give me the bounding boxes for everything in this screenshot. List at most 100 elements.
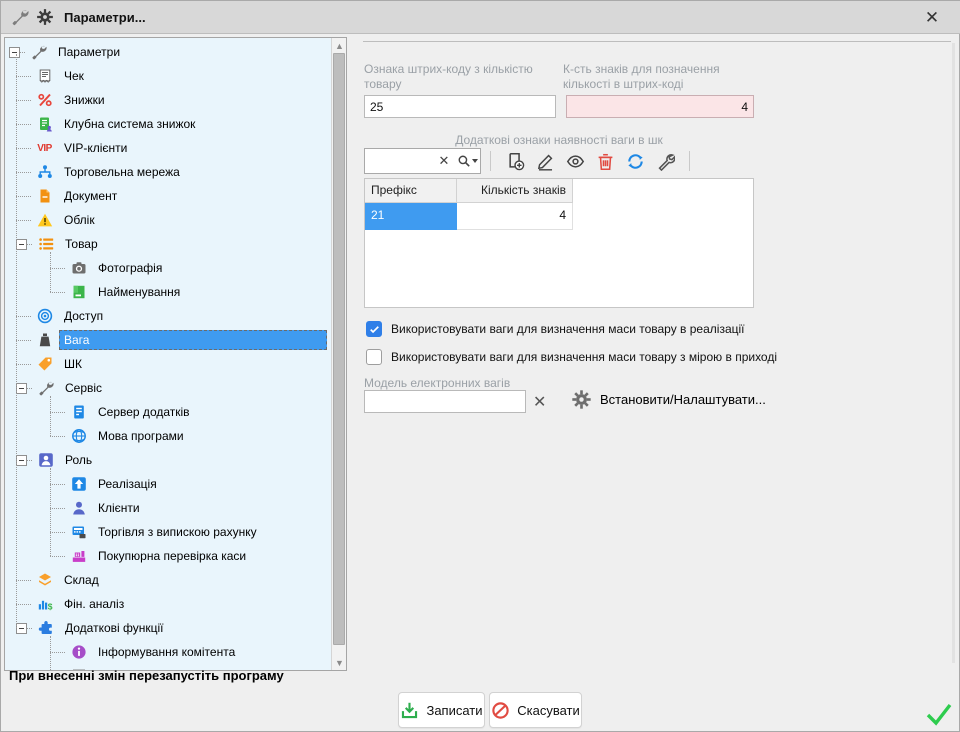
tree-item-label: VIP-клієнти xyxy=(59,138,132,158)
tree-item-weight[interactable]: Вага xyxy=(5,328,331,352)
column-header[interactable]: Кількість знаків xyxy=(457,179,573,203)
search-box: ✕ xyxy=(364,148,481,174)
settings-tree-panel: ПараметриЧекЗнижкиКлубна система знижокV… xyxy=(4,37,347,671)
tree-item-stock[interactable]: Склад xyxy=(5,568,331,592)
tree-item-label: Роль xyxy=(60,450,97,470)
tree-item-label: Торговельна мережа xyxy=(59,162,185,182)
tree-connector-line xyxy=(50,252,51,292)
collapse-minus-icon[interactable] xyxy=(16,623,27,634)
add-record-button[interactable] xyxy=(500,148,530,174)
table-cell[interactable]: 4 xyxy=(457,203,573,230)
wrench-icon xyxy=(11,8,29,26)
confirm-check-icon[interactable] xyxy=(925,700,953,728)
collapse-minus-icon[interactable] xyxy=(9,47,20,58)
use-scales-sales-row[interactable]: Використовувати ваги для визначення маси… xyxy=(366,321,745,337)
tree-item-label: Фотографія xyxy=(93,258,167,278)
tree-item-invoice[interactable]: Торгівля з випискою рахунку xyxy=(5,520,331,544)
tree-item-role[interactable]: Роль xyxy=(5,448,331,472)
search-icon[interactable] xyxy=(454,149,480,173)
tree-item-label: Торгівля з випискою рахунку xyxy=(93,522,262,542)
scroll-down-icon[interactable]: ▼ xyxy=(332,655,347,670)
table-row[interactable]: 214 xyxy=(365,203,753,230)
tree-item-info[interactable]: Інформування комітента xyxy=(5,640,331,664)
tree-item-camera[interactable]: Фотографія xyxy=(5,256,331,280)
collapse-minus-icon[interactable] xyxy=(16,383,27,394)
tree-item-server[interactable]: Сервер додатків xyxy=(5,400,331,424)
setup-scales-button[interactable]: Встановити/Налаштувати... xyxy=(571,389,766,410)
sidebar-scrollbar[interactable]: ▲ ▼ xyxy=(331,38,346,670)
tree-item-label: Мова програми xyxy=(93,426,189,446)
weight-signs-section-label: Додаткові ознаки наявності ваги в шк xyxy=(364,133,754,147)
scales-model-input[interactable] xyxy=(364,390,526,413)
tree-item-label: Додаткові функції xyxy=(60,618,169,638)
stock-icon xyxy=(36,572,53,589)
product-list-icon xyxy=(37,236,54,253)
save-button[interactable]: Записати xyxy=(398,692,485,728)
server-icon xyxy=(70,404,87,421)
tree-item-label: Інформування комітента xyxy=(93,642,240,662)
tree-item-realization[interactable]: Реалізація xyxy=(5,472,331,496)
digit-count-label: К-сть знаків для позначення кількості в … xyxy=(563,62,763,92)
save-button-label: Записати xyxy=(426,703,482,718)
table-cell[interactable]: 21 xyxy=(365,203,457,230)
checkbox-sales[interactable] xyxy=(366,321,382,337)
tree-item-cash-register[interactable]: Покупюрна перевірка каси xyxy=(5,544,331,568)
network-icon xyxy=(36,164,53,181)
content-scrollbar[interactable] xyxy=(952,43,955,663)
tree-item-globe[interactable]: Мова програми xyxy=(5,424,331,448)
tree-item-service-wrench[interactable]: Сервіс xyxy=(5,376,331,400)
search-input[interactable] xyxy=(365,149,434,173)
tree-item-vip[interactable]: VIPVIP-клієнти xyxy=(5,136,331,160)
tools-wrench-button[interactable] xyxy=(650,148,680,174)
tree-item-label: ШК xyxy=(59,354,87,374)
checkbox-income[interactable] xyxy=(366,349,382,365)
delete-record-button[interactable] xyxy=(590,148,620,174)
tree-connector-line xyxy=(50,468,51,556)
tree-item-label: Фін. аналіз xyxy=(59,594,129,614)
tree-item-eye[interactable]: Доступ xyxy=(5,304,331,328)
column-header[interactable]: Префікс xyxy=(365,179,457,203)
svg-text:$: $ xyxy=(47,601,52,611)
setup-scales-label: Встановити/Налаштувати... xyxy=(600,392,766,407)
invoice-icon xyxy=(70,524,87,541)
edit-record-button[interactable] xyxy=(530,148,560,174)
scroll-up-icon[interactable]: ▲ xyxy=(332,38,347,53)
percent-icon xyxy=(36,92,53,109)
tree-item-product-list[interactable]: Товар xyxy=(5,232,331,256)
tree-item-tag[interactable]: ШК xyxy=(5,352,331,376)
tree-item-wrench[interactable]: Параметри xyxy=(5,40,331,64)
weight-settings-panel: Ознака штрих-коду з кількістю товару К-с… xyxy=(361,34,960,671)
tree-item-receipt[interactable]: Чек xyxy=(5,64,331,88)
role-icon xyxy=(37,452,54,469)
scales-model-label: Модель електронних вагів xyxy=(364,376,510,391)
collapse-minus-icon[interactable] xyxy=(16,455,27,466)
tree-item-percent[interactable]: Знижки xyxy=(5,88,331,112)
use-scales-income-row[interactable]: Використовувати ваги для визначення маси… xyxy=(366,349,777,365)
checkbox-sales-label: Використовувати ваги для визначення маси… xyxy=(391,322,745,336)
tree-item-club-card[interactable]: Клубна система знижок xyxy=(5,112,331,136)
tree-item-label: Клубна система знижок xyxy=(59,114,200,134)
tree-item-network[interactable]: Торговельна мережа xyxy=(5,160,331,184)
tree-item-clients[interactable]: Клієнти xyxy=(5,496,331,520)
tag-icon xyxy=(36,356,53,373)
collapse-minus-icon[interactable] xyxy=(16,239,27,250)
cancel-button-label: Скасувати xyxy=(517,703,580,718)
tree-item-document[interactable]: Документ xyxy=(5,184,331,208)
top-divider xyxy=(363,41,951,42)
refresh-button[interactable] xyxy=(620,148,650,174)
tree-item-label: Доступ xyxy=(59,306,108,326)
tree-item-warning[interactable]: Облік xyxy=(5,208,331,232)
barcode-sign-input[interactable] xyxy=(364,95,556,118)
view-record-button[interactable] xyxy=(560,148,590,174)
tree-item-puzzle[interactable]: Додаткові функції xyxy=(5,616,331,640)
digit-count-input[interactable] xyxy=(566,95,754,118)
close-button[interactable]: ✕ xyxy=(921,7,943,29)
tree-item-finance[interactable]: $ Фін. аналіз xyxy=(5,592,331,616)
settings-tree: ПараметриЧекЗнижкиКлубна система знижокV… xyxy=(5,38,331,670)
tree-item-naming[interactable]: Найменування xyxy=(5,280,331,304)
scrollbar-thumb[interactable] xyxy=(333,53,345,645)
clear-scales-icon[interactable]: ✕ xyxy=(533,392,546,412)
tree-item-label: Клієнти xyxy=(93,498,145,518)
clear-search-icon[interactable]: ✕ xyxy=(434,149,454,173)
cancel-button[interactable]: Скасувати xyxy=(489,692,582,728)
